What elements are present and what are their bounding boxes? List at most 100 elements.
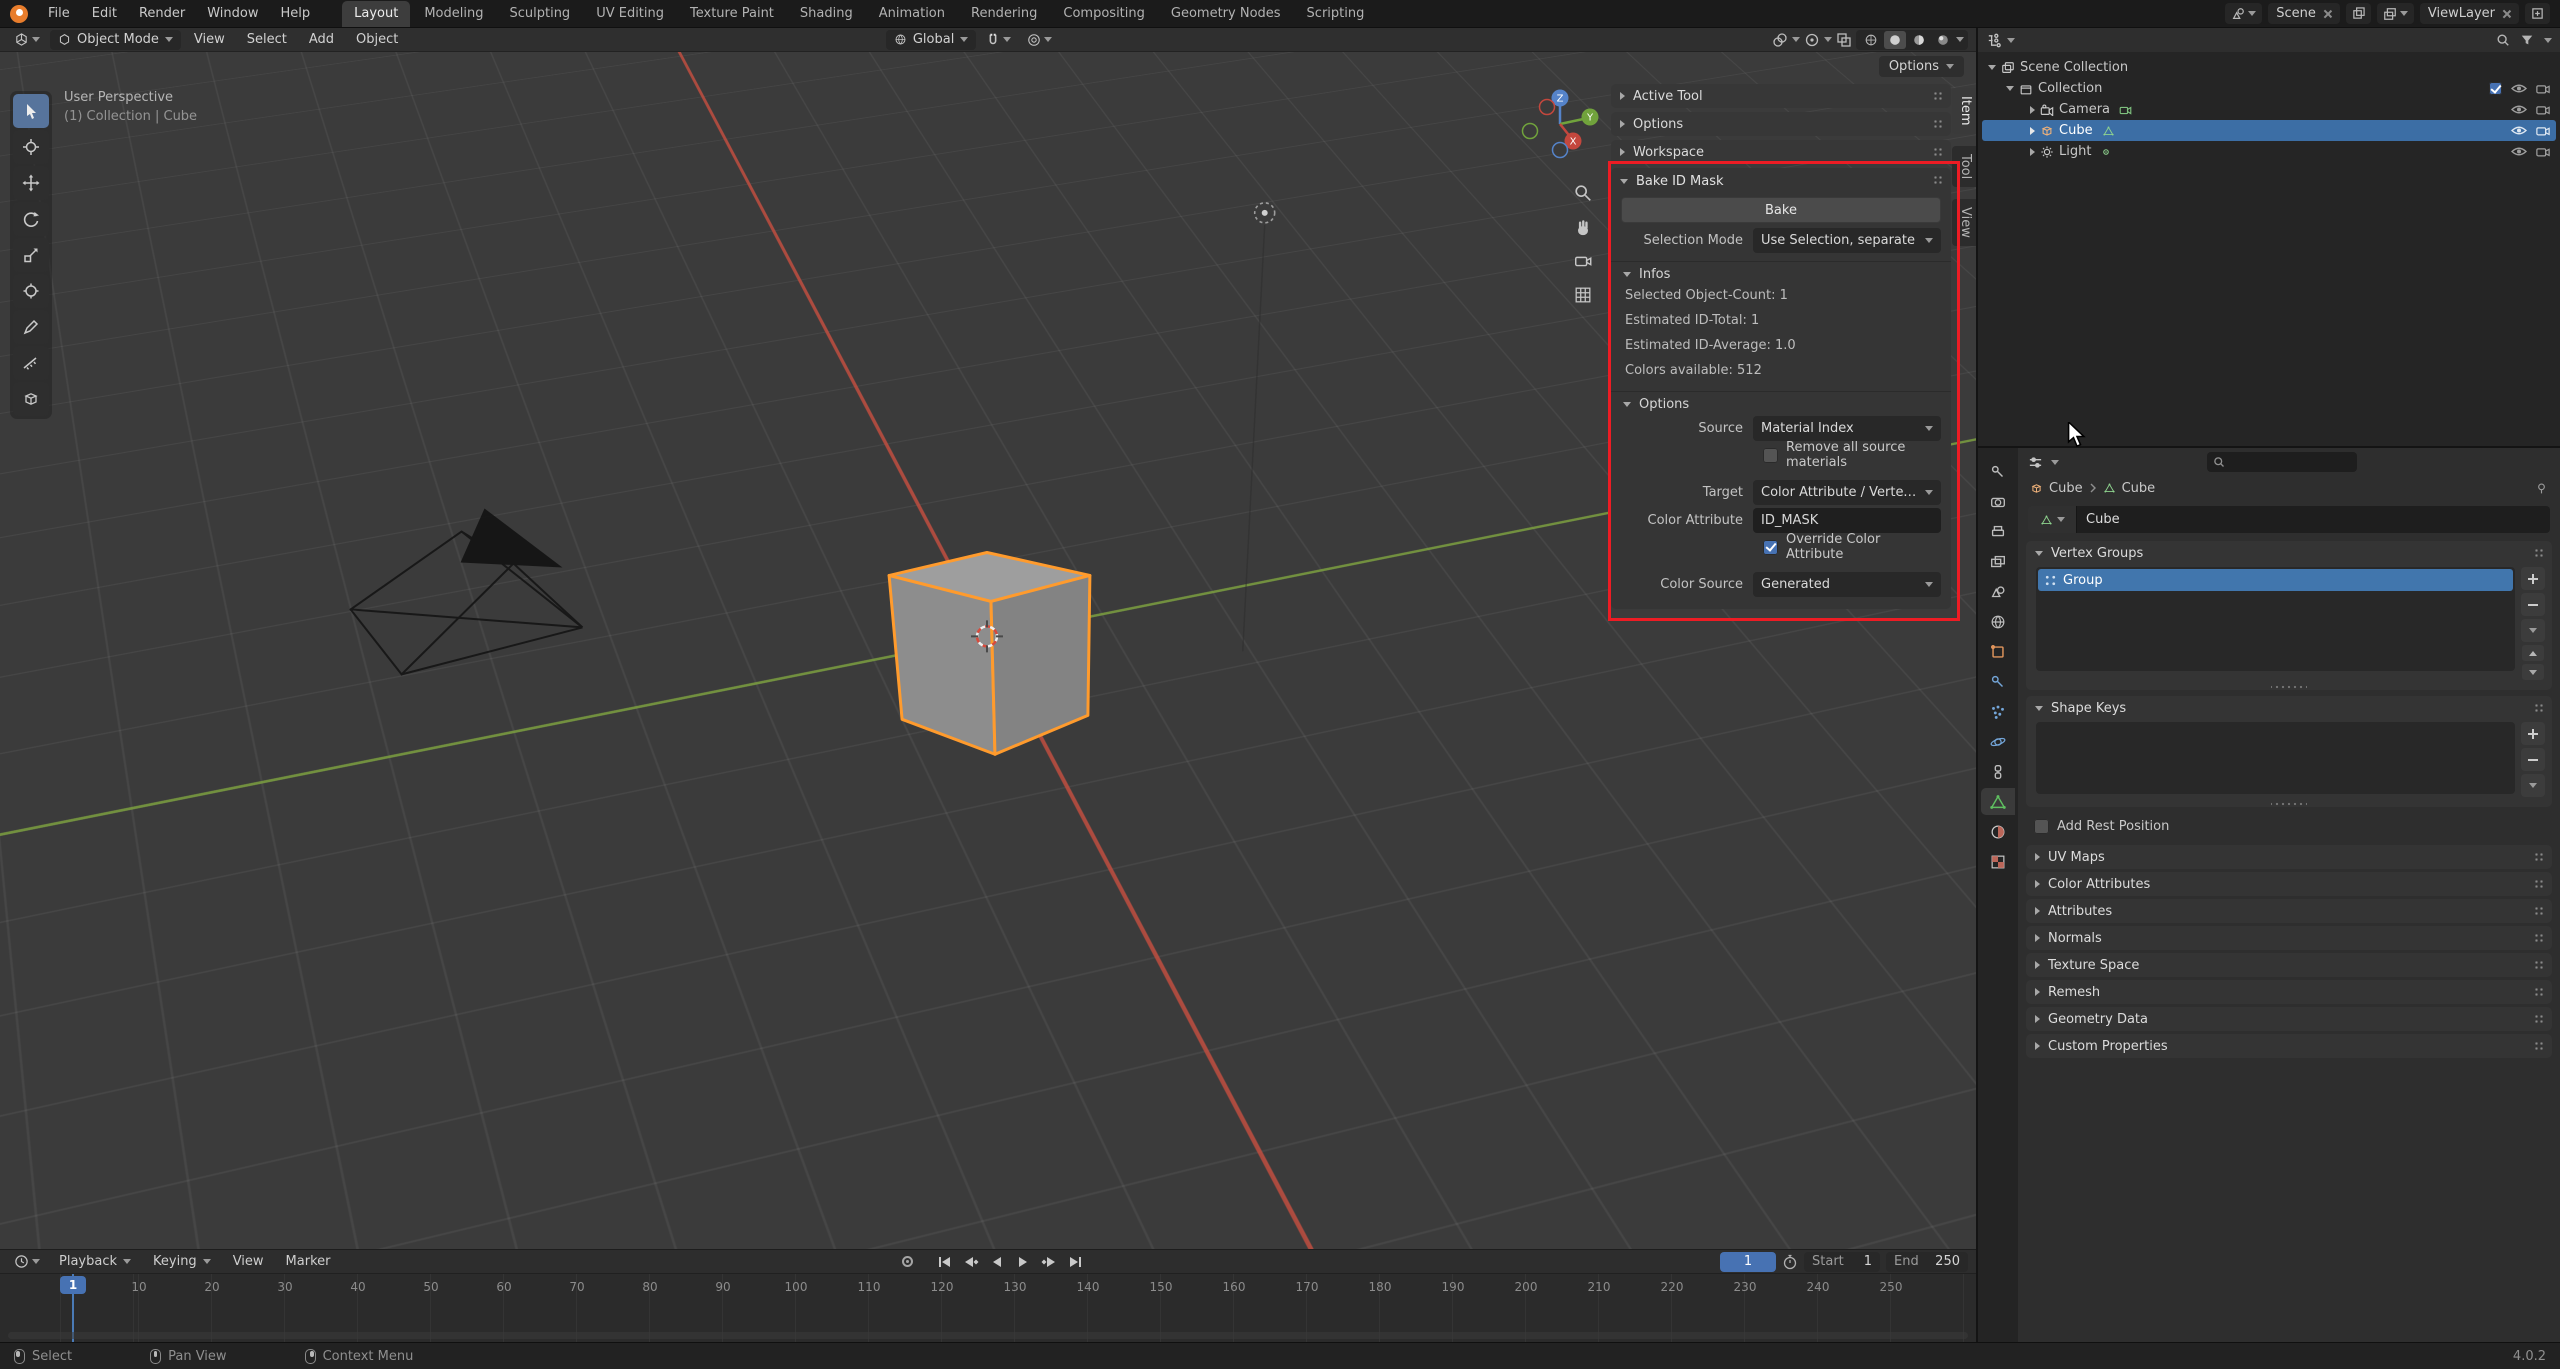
stopwatch-icon[interactable]	[1782, 1254, 1798, 1270]
tab-layout[interactable]: Layout	[342, 1, 410, 27]
show-gizmo-icon[interactable]	[1772, 32, 1788, 48]
row-camera[interactable]: Camera	[1982, 99, 2556, 120]
close-icon[interactable]	[2323, 9, 2332, 18]
menu-playback[interactable]: Playback	[50, 1252, 140, 1271]
move-group-down-button[interactable]	[2522, 664, 2544, 680]
vertex-group-specials-button[interactable]	[2521, 619, 2545, 642]
render-visibility-icon[interactable]	[2536, 125, 2550, 136]
snap-toggle[interactable]	[980, 29, 1017, 50]
3d-viewport-canvas[interactable]: User Perspective (1) Collection | Cube	[0, 52, 1976, 1249]
jump-to-end-button[interactable]	[1063, 1252, 1087, 1272]
render-visibility-icon[interactable]	[2536, 83, 2550, 94]
browse-data-button[interactable]	[2028, 506, 2076, 533]
tab-compositing[interactable]: Compositing	[1051, 1, 1157, 27]
npanel-tab-view[interactable]: View	[1952, 199, 1976, 246]
physics-tab[interactable]	[1981, 728, 2015, 755]
uv-maps-header[interactable]: UV Maps	[2026, 845, 2552, 869]
output-tab[interactable]	[1981, 518, 2015, 545]
new-scene-button[interactable]	[2346, 3, 2371, 24]
npanel-section-active-tool[interactable]: Active Tool	[1611, 84, 1951, 108]
new-view-layer-button[interactable]	[2525, 3, 2550, 24]
shading-solid-button[interactable]	[1884, 31, 1906, 49]
row-cube[interactable]: Cube	[1982, 120, 2556, 141]
remove-vertex-group-button[interactable]	[2521, 593, 2545, 616]
proportional-editing-toggle[interactable]	[1021, 29, 1058, 50]
pan-hand-icon[interactable]	[1570, 214, 1596, 240]
eye-icon[interactable]	[2511, 104, 2527, 115]
vertex-group-item[interactable]: Group	[2038, 569, 2513, 591]
chevron-down-icon[interactable]	[1824, 37, 1832, 42]
list-resize-grip[interactable]	[2271, 684, 2307, 690]
tool-add-cube[interactable]	[13, 382, 49, 416]
tab-uv-editing[interactable]: UV Editing	[584, 1, 676, 27]
add-vertex-group-button[interactable]	[2521, 567, 2545, 590]
navigation-gizmo[interactable]: Z Y X	[1520, 84, 1600, 164]
eye-icon[interactable]	[2511, 146, 2527, 157]
properties-editor-icon[interactable]	[2028, 455, 2043, 470]
bake-button[interactable]: Bake	[1621, 197, 1941, 223]
render-visibility-icon[interactable]	[2536, 104, 2550, 115]
modifiers-tab[interactable]	[1981, 668, 2015, 695]
chevron-down-icon[interactable]	[1956, 37, 1964, 42]
zoom-icon[interactable]	[1570, 180, 1596, 206]
world-tab[interactable]	[1981, 608, 2015, 635]
target-dropdown[interactable]: Color Attribute / Vertex Color	[1753, 480, 1941, 505]
infos-subpanel-header[interactable]: Infos	[1611, 261, 1951, 283]
color-source-dropdown[interactable]: Generated	[1753, 572, 1941, 597]
chevron-down-icon[interactable]	[2007, 38, 2015, 43]
vertex-groups-list[interactable]: Group	[2036, 567, 2515, 671]
menu-marker[interactable]: Marker	[277, 1252, 340, 1271]
current-frame-field[interactable]: 1	[1720, 1252, 1776, 1272]
menu-file[interactable]: File	[38, 3, 80, 24]
tab-shading[interactable]: Shading	[788, 1, 865, 27]
playhead-handle[interactable]: 1	[60, 1276, 86, 1294]
selection-mode-dropdown[interactable]: Use Selection, separate	[1753, 228, 1941, 253]
outliner-editor-icon[interactable]	[1986, 33, 2001, 48]
tab-animation[interactable]: Animation	[867, 1, 957, 27]
npanel-section-options[interactable]: Options	[1611, 112, 1951, 136]
timeline-editor-type-button[interactable]	[8, 1251, 46, 1272]
object-data-tab[interactable]	[1981, 788, 2015, 815]
texture-tab[interactable]	[1981, 848, 2015, 875]
override-color-attribute-checkbox[interactable]	[1763, 540, 1778, 555]
menu-render[interactable]: Render	[129, 3, 195, 24]
eye-icon[interactable]	[2511, 125, 2527, 136]
move-group-up-button[interactable]	[2522, 645, 2544, 661]
eye-icon[interactable]	[2511, 83, 2527, 94]
tool-select-box[interactable]	[13, 94, 49, 128]
chevron-down-icon[interactable]	[2544, 38, 2552, 43]
search-icon[interactable]	[2496, 33, 2510, 47]
color-attribute-input[interactable]: ID_MASK	[1753, 508, 1941, 533]
custom-properties-header[interactable]: Custom Properties	[2026, 1034, 2552, 1058]
row-light[interactable]: Light	[1982, 141, 2556, 162]
tab-modeling[interactable]: Modeling	[412, 1, 495, 27]
prev-keyframe-button[interactable]	[959, 1252, 983, 1272]
shading-wireframe-button[interactable]	[1860, 31, 1882, 49]
auto-keying-button[interactable]	[895, 1252, 919, 1272]
menu-window[interactable]: Window	[197, 3, 268, 24]
list-resize-grip[interactable]	[2271, 801, 2307, 807]
material-tab[interactable]	[1981, 818, 2015, 845]
shading-material-button[interactable]	[1908, 31, 1930, 49]
color-attributes-header[interactable]: Color Attributes	[2026, 872, 2552, 896]
options-subpanel-header[interactable]: Options	[1611, 391, 1951, 413]
particles-tab[interactable]	[1981, 698, 2015, 725]
tool-tab[interactable]	[1981, 458, 2015, 485]
vertex-groups-header[interactable]: Vertex Groups	[2026, 541, 2552, 565]
editor-type-button[interactable]	[8, 29, 46, 50]
show-overlays-icon[interactable]	[1804, 32, 1820, 48]
close-icon[interactable]	[2502, 9, 2511, 18]
tool-move[interactable]	[13, 166, 49, 200]
add-rest-position-checkbox[interactable]	[2034, 819, 2049, 834]
shading-rendered-button[interactable]	[1932, 31, 1954, 49]
tab-rendering[interactable]: Rendering	[959, 1, 1049, 27]
add-shape-key-button[interactable]	[2521, 722, 2545, 745]
next-keyframe-button[interactable]	[1037, 1252, 1061, 1272]
menu-edit[interactable]: Edit	[82, 3, 127, 24]
scene-tab[interactable]	[1981, 578, 2015, 605]
menu-help[interactable]: Help	[271, 3, 321, 24]
jump-to-start-button[interactable]	[933, 1252, 957, 1272]
render-visibility-icon[interactable]	[2536, 146, 2550, 157]
tool-scale[interactable]	[13, 238, 49, 272]
shape-keys-list[interactable]	[2036, 722, 2515, 794]
